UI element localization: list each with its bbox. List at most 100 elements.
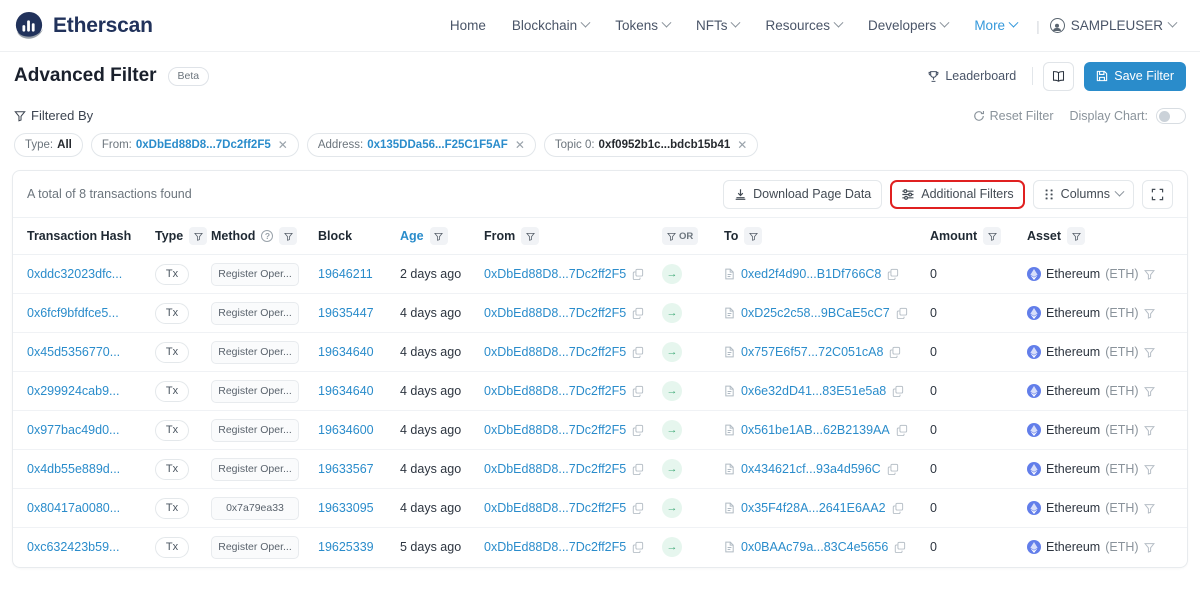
transaction-hash-link[interactable]: 0xddc32023dfc... — [27, 267, 122, 281]
copy-from-address-button[interactable] — [632, 463, 644, 475]
copy-from-address-button[interactable] — [632, 346, 644, 358]
method-badge[interactable]: Register Oper... — [211, 340, 299, 364]
to-address-link[interactable]: 0x0BAAc79a...83C4e5656 — [741, 540, 888, 554]
brand-logo-link[interactable]: Etherscan — [14, 11, 153, 41]
from-address-link[interactable]: 0xDbEd88D8...7Dc2ff2F5 — [484, 267, 626, 281]
from-address-link[interactable]: 0xDbEd88D8...7Dc2ff2F5 — [484, 345, 626, 359]
method-filter-icon[interactable] — [279, 227, 298, 245]
row-asset-filter-icon[interactable] — [1143, 542, 1155, 553]
to-address-link[interactable]: 0x6e32dD41...83E51e5a8 — [741, 384, 886, 398]
row-asset-filter-icon[interactable] — [1143, 269, 1155, 280]
copy-to-address-button[interactable] — [894, 541, 906, 554]
copy-from-address-button[interactable] — [632, 541, 644, 554]
book-view-button[interactable] — [1043, 61, 1075, 91]
copy-from-address-button[interactable] — [632, 268, 644, 280]
copy-to-address-button[interactable] — [887, 463, 899, 475]
to-filter-icon[interactable] — [744, 227, 763, 245]
copy-to-address-button[interactable] — [887, 268, 899, 280]
row-asset-filter-icon[interactable] — [1143, 347, 1155, 358]
copy-to-address-button[interactable] — [892, 385, 904, 397]
filter-chip-from[interactable]: From: 0xDbEd88D8...7Dc2ff2F5 ✕ — [90, 133, 299, 157]
block-number-link[interactable]: 19634640 — [318, 345, 374, 359]
age-filter-icon[interactable] — [429, 227, 448, 245]
fullscreen-button[interactable] — [1142, 179, 1173, 209]
method-badge[interactable]: 0x7a79ea33 — [211, 496, 299, 520]
row-asset-filter-icon[interactable] — [1143, 386, 1155, 397]
from-address-link[interactable]: 0xDbEd88D8...7Dc2ff2F5 — [484, 540, 626, 554]
block-number-link[interactable]: 19625339 — [318, 540, 374, 554]
to-address-link[interactable]: 0x561be1AB...62B2139AA — [741, 423, 890, 437]
method-badge[interactable]: Register Oper... — [211, 418, 299, 442]
from-address-link[interactable]: 0xDbEd88D8...7Dc2ff2F5 — [484, 306, 626, 320]
copy-to-address-button[interactable] — [896, 424, 908, 436]
method-badge[interactable]: Register Oper... — [211, 301, 299, 325]
display-chart-toggle[interactable] — [1156, 108, 1186, 124]
block-number-link[interactable]: 19635447 — [318, 306, 374, 320]
row-asset-filter-icon[interactable] — [1143, 308, 1155, 319]
transaction-hash-link[interactable]: 0x80417a0080... — [27, 501, 120, 515]
amount-filter-icon[interactable] — [983, 227, 1002, 245]
from-address-link[interactable]: 0xDbEd88D8...7Dc2ff2F5 — [484, 501, 626, 515]
copy-from-address-button[interactable] — [632, 307, 644, 319]
copy-to-address-button[interactable] — [892, 502, 904, 514]
method-badge[interactable]: Register Oper... — [211, 262, 299, 286]
age-text: 2 days ago — [400, 267, 462, 281]
leaderboard-link[interactable]: Leaderboard — [921, 65, 1022, 87]
nav-item-more[interactable]: More — [961, 12, 1030, 39]
method-badge[interactable]: Register Oper... — [211, 457, 299, 481]
transaction-hash-link[interactable]: 0x6fcf9bfdfce5... — [27, 306, 119, 320]
to-address-link[interactable]: 0xD25c2c58...9BCaE5cC7 — [741, 306, 890, 320]
user-account-menu[interactable]: SAMPLEUSER — [1046, 12, 1186, 39]
from-address-link[interactable]: 0xDbEd88D8...7Dc2ff2F5 — [484, 462, 626, 476]
nav-item-home[interactable]: Home — [437, 12, 499, 39]
reset-filter-button[interactable]: Reset Filter — [973, 109, 1054, 123]
nav-item-tokens[interactable]: Tokens — [602, 12, 683, 39]
save-filter-button[interactable]: Save Filter — [1084, 61, 1186, 91]
nav-item-developers[interactable]: Developers — [855, 12, 961, 39]
filter-chip-type[interactable]: Type: All — [14, 133, 83, 157]
transaction-hash-link[interactable]: 0x45d5356770... — [27, 345, 120, 359]
transaction-hash-link[interactable]: 0xc632423b59... — [27, 540, 119, 554]
method-badge[interactable]: Register Oper... — [211, 379, 299, 403]
copy-from-address-button[interactable] — [632, 502, 644, 514]
copy-to-address-button[interactable] — [896, 307, 908, 319]
to-address-link[interactable]: 0x35F4f28A...2641E6AA2 — [741, 501, 886, 515]
close-icon[interactable]: ✕ — [737, 138, 747, 152]
method-badge[interactable]: Register Oper... — [211, 535, 299, 559]
transaction-hash-link[interactable]: 0x4db55e889d... — [27, 462, 120, 476]
filter-chip-address[interactable]: Address: 0x135DDa56...F25C1F5AF ✕ — [306, 133, 536, 157]
nav-item-blockchain[interactable]: Blockchain — [499, 12, 602, 39]
copy-from-address-button[interactable] — [632, 385, 644, 397]
or-filter-toggle[interactable]: OR — [662, 227, 699, 245]
block-number-link[interactable]: 19646211 — [318, 267, 373, 281]
block-number-link[interactable]: 19633095 — [318, 501, 374, 515]
close-icon[interactable]: ✕ — [515, 138, 525, 152]
col-header-age[interactable]: Age — [400, 217, 484, 255]
filter-chip-topic0[interactable]: Topic 0: 0xf0952b1c...bdcb15b41 ✕ — [543, 133, 759, 157]
nav-item-resources[interactable]: Resources — [752, 12, 855, 39]
to-address-link[interactable]: 0x434621cf...93a4d596C — [741, 462, 881, 476]
row-asset-filter-icon[interactable] — [1143, 464, 1155, 475]
additional-filters-button[interactable]: Additional Filters — [890, 179, 1025, 209]
nav-item-nfts[interactable]: NFTs — [683, 12, 753, 39]
columns-dropdown-button[interactable]: Columns — [1032, 179, 1134, 209]
transaction-hash-link[interactable]: 0x977bac49d0... — [27, 423, 119, 437]
block-number-link[interactable]: 19634600 — [318, 423, 374, 437]
block-number-link[interactable]: 19634640 — [318, 384, 374, 398]
download-page-data-button[interactable]: Download Page Data — [723, 179, 883, 209]
transaction-hash-link[interactable]: 0x299924cab9... — [27, 384, 119, 398]
copy-from-address-button[interactable] — [632, 424, 644, 436]
to-address-link[interactable]: 0xed2f4d90...B1Df766C8 — [741, 267, 881, 281]
row-asset-filter-icon[interactable] — [1143, 425, 1155, 436]
from-address-link[interactable]: 0xDbEd88D8...7Dc2ff2F5 — [484, 384, 626, 398]
copy-to-address-button[interactable] — [889, 346, 901, 358]
help-icon[interactable]: ? — [261, 230, 274, 242]
close-icon[interactable]: ✕ — [278, 138, 288, 152]
type-filter-icon[interactable] — [189, 227, 208, 245]
block-number-link[interactable]: 19633567 — [318, 462, 374, 476]
asset-filter-icon[interactable] — [1067, 227, 1086, 245]
from-address-link[interactable]: 0xDbEd88D8...7Dc2ff2F5 — [484, 423, 626, 437]
from-filter-icon[interactable] — [521, 227, 540, 245]
row-asset-filter-icon[interactable] — [1143, 503, 1155, 514]
to-address-link[interactable]: 0x757E6f57...72C051cA8 — [741, 345, 883, 359]
